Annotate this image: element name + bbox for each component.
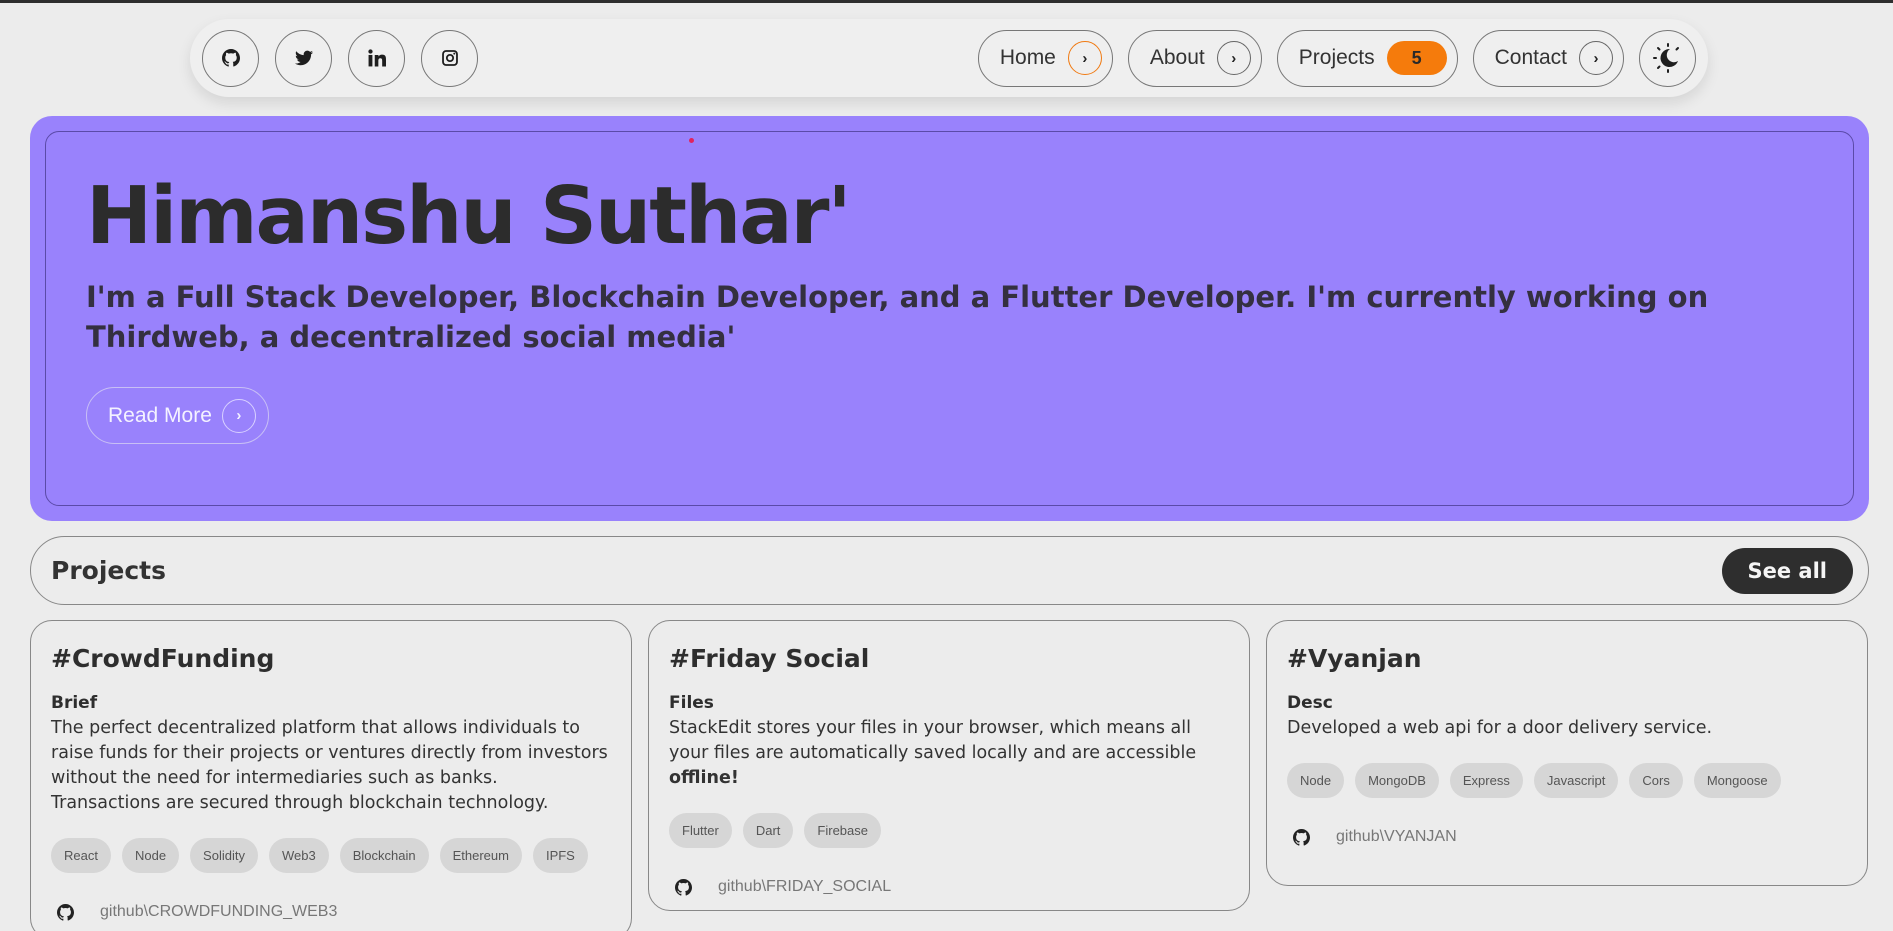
- read-more-button[interactable]: Read More ›: [86, 387, 269, 444]
- tag: IPFS: [532, 838, 588, 873]
- tag: Javascript: [1533, 763, 1619, 798]
- hero-frame: Himanshu Suthar' I'm a Full Stack Develo…: [45, 131, 1854, 506]
- instagram-link[interactable]: [421, 29, 478, 87]
- tag: Ethereum: [439, 838, 522, 873]
- nav-home[interactable]: Home ›: [977, 29, 1113, 87]
- tag: Blockchain: [339, 838, 429, 873]
- tag: Web3: [268, 838, 329, 873]
- projects-count-badge: 5: [1386, 41, 1447, 75]
- tag: Flutter: [669, 813, 732, 848]
- instagram-icon: [441, 50, 458, 66]
- nav-links: Home › About › Projects 5 Contact ›: [977, 29, 1696, 87]
- repo-link[interactable]: github\VYANJAN: [1336, 828, 1457, 846]
- tag: Solidity: [190, 838, 258, 873]
- linkedin-icon: [367, 49, 386, 67]
- hero-section: Himanshu Suthar' I'm a Full Stack Develo…: [30, 116, 1869, 521]
- twitter-icon: [294, 50, 313, 66]
- card-subhead: Brief: [51, 693, 98, 713]
- nav-projects-label: Projects: [1298, 46, 1375, 69]
- tag-list: Node MongoDB Express Javascript Cors Mon…: [1287, 763, 1847, 798]
- project-card-vyanjan: #Vyanjan Desc Developed a web api for a …: [1266, 620, 1868, 886]
- dark-mode-icon: [1652, 43, 1679, 73]
- social-links: [202, 29, 478, 87]
- github-link[interactable]: [202, 29, 259, 87]
- github-icon: [221, 49, 240, 67]
- card-subhead: Desc: [1287, 693, 1333, 713]
- card-description: The perfect decentralized platform that …: [51, 718, 608, 813]
- linkedin-link[interactable]: [348, 29, 405, 87]
- chevron-right-icon: ›: [1579, 41, 1613, 75]
- card-description: Developed a web api for a door delivery …: [1287, 718, 1713, 738]
- tag: React: [51, 838, 111, 873]
- github-icon: [675, 878, 692, 896]
- tag: Node: [121, 838, 180, 873]
- card-description-text: StackEdit stores your files in your brow…: [669, 718, 1197, 763]
- nav-about-label: About: [1149, 46, 1205, 69]
- repo-link[interactable]: github\CROWDFUNDING_WEB3: [100, 903, 337, 921]
- project-card-friday-social: #Friday Social Files StackEdit stores yo…: [648, 620, 1250, 911]
- chevron-right-icon: ›: [221, 398, 256, 433]
- card-title: #CrowdFunding: [51, 644, 275, 673]
- nav-about[interactable]: About ›: [1127, 29, 1262, 87]
- navbar: Home › About › Projects 5 Contact ›: [190, 19, 1708, 97]
- tag: MongoDB: [1355, 763, 1439, 798]
- read-more-label: Read More: [108, 403, 212, 427]
- card-title: #Friday Social: [669, 644, 870, 673]
- tag: Dart: [742, 813, 794, 848]
- chevron-right-icon: ›: [1067, 41, 1102, 75]
- projects-header: Projects See all: [30, 536, 1869, 605]
- projects-heading: Projects: [51, 556, 167, 585]
- see-all-button[interactable]: See all: [1721, 547, 1853, 594]
- card-subhead: Files: [669, 693, 714, 713]
- tag: Cors: [1629, 763, 1683, 798]
- card-description-emphasis: offline!: [669, 768, 739, 788]
- tag: Express: [1449, 763, 1523, 798]
- card-title: #Vyanjan: [1287, 644, 1422, 673]
- nav-contact[interactable]: Contact ›: [1472, 29, 1624, 87]
- nav-contact-label: Contact: [1494, 46, 1567, 69]
- tag: Firebase: [804, 813, 881, 848]
- tag: Mongoose: [1693, 763, 1781, 798]
- tag-list: React Node Solidity Web3 Blockchain Ethe…: [51, 838, 611, 873]
- repo-link[interactable]: github\FRIDAY_SOCIAL: [718, 878, 891, 896]
- nav-home-label: Home: [999, 46, 1056, 69]
- chevron-right-icon: ›: [1216, 41, 1251, 75]
- repo-row: github\FRIDAY_SOCIAL: [669, 878, 1229, 896]
- card-description: StackEdit stores your files in your brow…: [669, 716, 1229, 791]
- tag-list: Flutter Dart Firebase: [669, 813, 1229, 848]
- project-card-crowdfunding: #CrowdFunding Brief The perfect decentra…: [30, 620, 632, 931]
- tag: Node: [1287, 763, 1345, 798]
- nav-projects[interactable]: Projects 5: [1276, 29, 1458, 87]
- github-icon: [1293, 828, 1310, 846]
- twitter-link[interactable]: [275, 29, 332, 87]
- github-icon: [57, 903, 74, 921]
- hero-title: Himanshu Suthar': [86, 170, 852, 262]
- repo-row: github\VYANJAN: [1287, 828, 1847, 846]
- repo-row: github\CROWDFUNDING_WEB3: [51, 903, 611, 921]
- cursor-dot: [689, 138, 694, 143]
- hero-description: I'm a Full Stack Developer, Blockchain D…: [86, 280, 1709, 354]
- theme-toggle-button[interactable]: [1639, 29, 1696, 87]
